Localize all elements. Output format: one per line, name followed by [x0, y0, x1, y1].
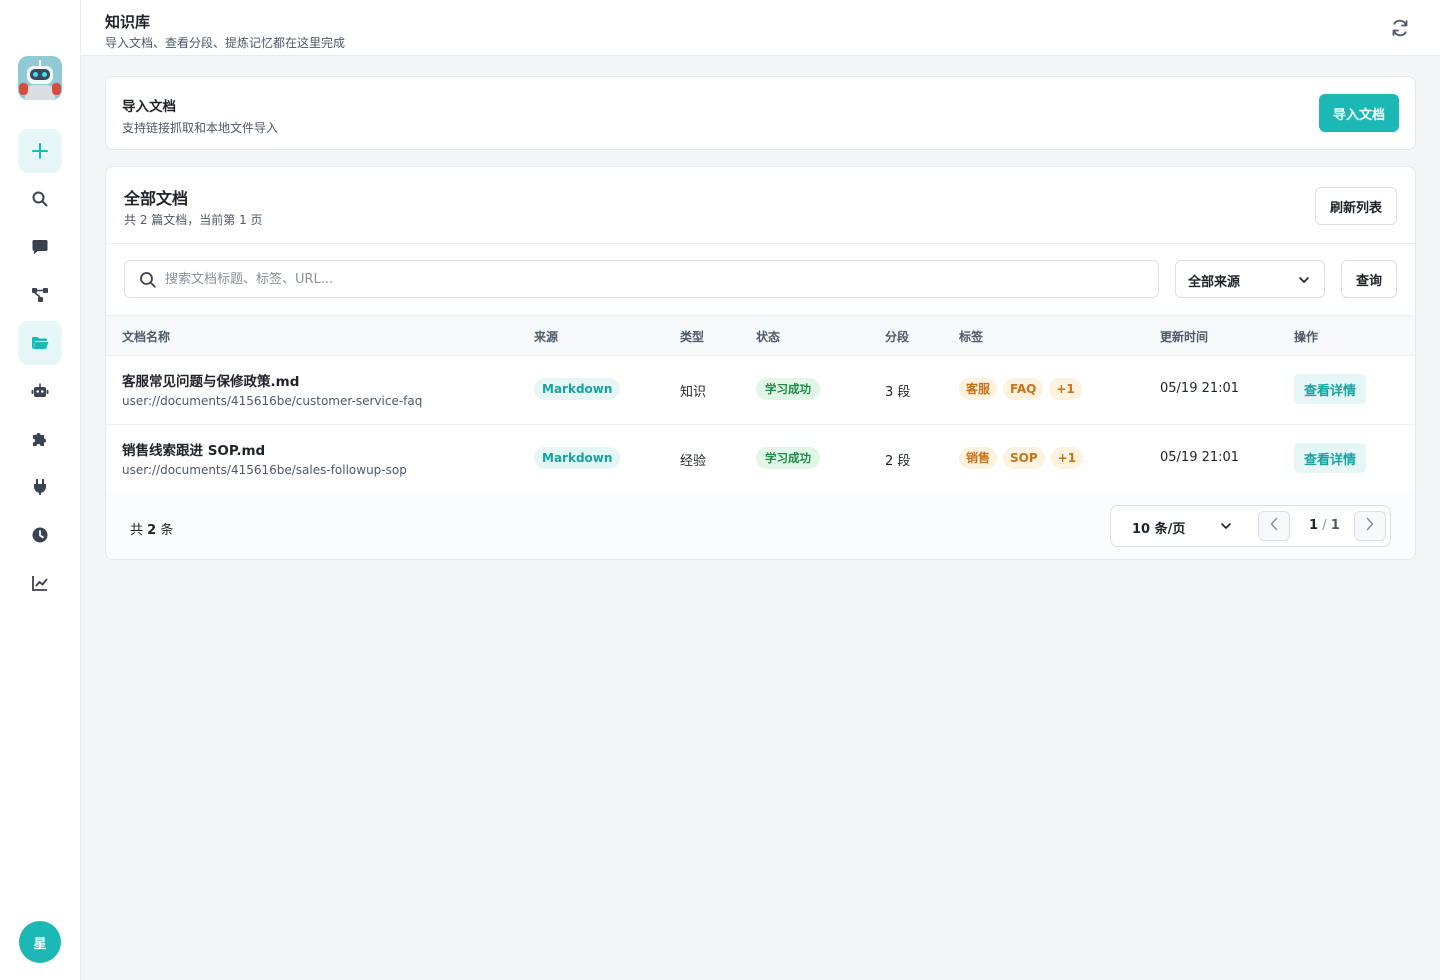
clock-icon: [31, 526, 49, 544]
pagination: 10 条/页 1 / 1: [1110, 505, 1391, 547]
nav-search[interactable]: [18, 177, 62, 221]
puzzle-icon: [31, 430, 49, 448]
column-header-updated: 更新时间: [1160, 330, 1209, 344]
nav-new[interactable]: [18, 129, 62, 173]
total-suffix: 条: [160, 523, 174, 538]
status-badge: 学习成功: [756, 378, 820, 400]
list-subtitle: 共 2 篇文档，当前第 1 页: [124, 213, 263, 227]
column-header-status: 状态: [756, 330, 781, 344]
page-indicator: 1 / 1: [1309, 518, 1340, 533]
tag-list: 客服 FAQ +1: [959, 378, 1082, 400]
nav-agents[interactable]: [18, 369, 62, 413]
total-prefix: 共: [130, 523, 144, 538]
total-number: 2: [147, 523, 157, 538]
search-icon: [31, 190, 49, 208]
chat-icon: [31, 238, 49, 256]
import-card-subtitle: 支持链接抓取和本地文件导入: [122, 121, 279, 135]
nav-history[interactable]: [18, 513, 62, 557]
source-filter-select[interactable]: 全部来源: [1175, 260, 1325, 298]
tag-more[interactable]: +1: [1050, 447, 1084, 469]
segment-count: 3 段: [885, 385, 911, 400]
import-document-button[interactable]: 导入文档: [1319, 94, 1399, 132]
table-row[interactable]: 客服常见问题与保修政策.md user://documents/415616be…: [106, 356, 1415, 425]
nav-plugins[interactable]: [18, 417, 62, 461]
current-page: 1: [1309, 518, 1319, 533]
column-header-source: 来源: [534, 330, 559, 344]
nav-chat[interactable]: [18, 225, 62, 269]
total-pages: 1: [1330, 518, 1340, 533]
document-name[interactable]: 客服常见问题与保修政策.md: [122, 370, 299, 390]
tag: 销售: [959, 447, 998, 469]
chevron-left-icon: [1269, 517, 1279, 535]
tag-list: 销售 SOP +1: [959, 447, 1084, 469]
top-header: 知识库 导入文档、查看分段、提炼记忆都在这里完成: [81, 0, 1440, 56]
total-count: 共 2 条: [130, 519, 173, 538]
tag: FAQ: [1003, 378, 1044, 400]
column-header-name: 文档名称: [122, 330, 171, 344]
column-header-segments: 分段: [885, 330, 910, 344]
updated-time: 05/19 21:01: [1160, 450, 1240, 465]
document-list-card: 全部文档 共 2 篇文档，当前第 1 页 刷新列表 全部来源 查询 文档名称 来…: [105, 166, 1416, 560]
list-title: 全部文档: [124, 189, 189, 208]
page-separator: /: [1322, 518, 1327, 533]
divider: [106, 243, 1415, 244]
tag-more[interactable]: +1: [1049, 378, 1082, 400]
view-details-button[interactable]: 查看详情: [1294, 443, 1366, 473]
nav-workflow[interactable]: [18, 273, 62, 317]
plus-icon: [31, 142, 49, 160]
user-avatar[interactable]: 星: [19, 921, 61, 963]
document-url: user://documents/415616be/customer-servi…: [122, 394, 423, 408]
nav-integrations[interactable]: [18, 465, 62, 509]
search-input[interactable]: [165, 269, 1125, 289]
document-type: 知识: [680, 385, 707, 400]
view-details-button[interactable]: 查看详情: [1294, 374, 1366, 404]
table-footer: 共 2 条 10 条/页 1 / 1: [106, 493, 1415, 559]
column-header-tags: 标签: [959, 330, 984, 344]
folder-open-icon: [31, 334, 49, 352]
segment-count: 2 段: [885, 454, 911, 469]
page-title: 知识库: [105, 13, 151, 31]
page-size-select[interactable]: 10 条/页: [1132, 518, 1185, 537]
table-header: 文档名称 来源 类型 状态 分段 标签 更新时间 操作: [106, 315, 1415, 356]
source-badge: Markdown: [534, 447, 621, 469]
source-badge: Markdown: [534, 378, 621, 400]
table-row[interactable]: 销售线索跟进 SOP.md user://documents/415616be/…: [106, 425, 1415, 494]
refresh-list-button[interactable]: 刷新列表: [1315, 187, 1397, 225]
workflow-icon: [31, 286, 49, 304]
tag: SOP: [1003, 447, 1045, 469]
nav-analytics[interactable]: [18, 561, 62, 605]
chart-line-icon: [31, 574, 49, 592]
query-button[interactable]: 查询: [1341, 260, 1397, 298]
document-name[interactable]: 销售线索跟进 SOP.md: [122, 439, 265, 459]
column-header-type: 类型: [680, 330, 705, 344]
refresh-icon[interactable]: [1390, 18, 1410, 38]
sidebar: 星: [0, 0, 81, 980]
document-type: 经验: [680, 454, 707, 469]
tag: 客服: [959, 378, 998, 400]
import-card-title: 导入文档: [122, 99, 176, 115]
source-filter-value: 全部来源: [1188, 275, 1241, 290]
document-url: user://documents/415616be/sales-followup…: [122, 463, 407, 477]
import-card: 导入文档 支持链接抓取和本地文件导入 导入文档: [105, 76, 1416, 150]
updated-time: 05/19 21:01: [1160, 381, 1240, 396]
search-field[interactable]: [124, 260, 1159, 298]
robot-icon: [31, 382, 49, 400]
plug-icon: [31, 478, 49, 496]
app-logo[interactable]: [18, 56, 62, 100]
chevron-down-icon[interactable]: [1220, 520, 1232, 536]
status-badge: 学习成功: [756, 447, 820, 469]
column-header-actions: 操作: [1294, 330, 1319, 344]
previous-page-button[interactable]: [1258, 511, 1290, 541]
page-subtitle: 导入文档、查看分段、提炼记忆都在这里完成: [105, 36, 346, 50]
next-page-button[interactable]: [1354, 511, 1386, 541]
chevron-right-icon: [1365, 517, 1375, 535]
nav-knowledge-base[interactable]: [18, 321, 62, 365]
